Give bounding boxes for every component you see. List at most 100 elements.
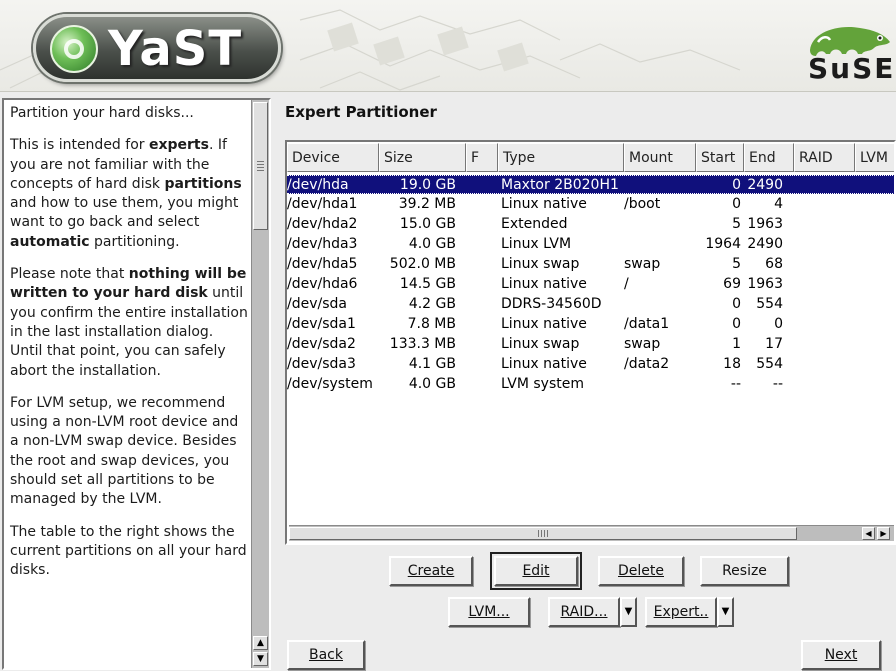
cell-size: 133.3 MB — [389, 336, 456, 352]
raid-button[interactable]: RAID... — [548, 597, 620, 627]
table-row[interactable]: /dev/system 4.0 GB LVM system -- -- — [287, 375, 894, 394]
cell-start: 5 — [732, 256, 741, 272]
next-button[interactable]: Next — [801, 640, 881, 670]
scroll-right-arrow-icon[interactable]: ▶ — [877, 527, 890, 540]
horizontal-scrollbar-thumb[interactable] — [289, 527, 797, 540]
cell-start: 18 — [723, 356, 741, 372]
suse-logo-text: SuSE — [808, 52, 896, 85]
table-row[interactable]: /dev/sda1 7.8 MB Linux native/data1 0 0 — [287, 315, 894, 334]
resize-button[interactable]: Resize — [700, 556, 789, 586]
cell-size: 4.1 GB — [408, 356, 456, 372]
column-header-mount[interactable]: Mount — [624, 143, 696, 172]
cell-end: 1963 — [747, 276, 783, 292]
cell-device: /dev/hda5 — [287, 256, 358, 272]
cell-mount: /data1 — [624, 316, 670, 332]
page-title: Expert Partitioner — [285, 103, 437, 121]
cell-size: 39.2 MB — [398, 196, 456, 212]
cell-size: 19.0 GB — [399, 177, 456, 193]
expert-dropdown-arrow-icon[interactable]: ▼ — [717, 597, 734, 627]
cell-mount: swap — [624, 336, 661, 352]
cell-type: DDRS-34560D — [501, 296, 602, 312]
table-row[interactable]: /dev/hda1 39.2 MB Linux native/boot 0 4 — [287, 195, 894, 214]
table-row[interactable]: /dev/hda 19.0 GB Maxtor 2B020H1 0 2490 — [287, 175, 894, 194]
table-row[interactable]: /dev/hda3 4.0 GB Linux LVM 1964 2490 — [287, 235, 894, 254]
cell-start: 1 — [732, 336, 741, 352]
column-header-format[interactable]: F — [466, 143, 498, 172]
help-scrollbar-thumb[interactable] — [253, 102, 268, 230]
cell-type: Extended — [501, 216, 568, 232]
cell-type: Linux native — [501, 276, 587, 292]
cell-size: 502.0 MB — [389, 256, 456, 272]
back-button[interactable]: Back — [287, 640, 365, 670]
column-header-lvm[interactable]: LVM — [855, 143, 894, 172]
column-header-raid[interactable]: RAID — [794, 143, 855, 172]
cell-device: /dev/sda3 — [287, 356, 356, 372]
cell-device: /dev/hda1 — [287, 196, 358, 212]
table-row[interactable]: /dev/sda 4.2 GB DDRS-34560D 0 554 — [287, 295, 894, 314]
cell-mount: / — [624, 276, 629, 292]
cell-type: LVM system — [501, 376, 584, 392]
cell-type: Maxtor 2B020H1 — [501, 177, 619, 193]
cell-device: /dev/hda2 — [287, 216, 358, 232]
cell-end: 4 — [774, 196, 783, 212]
cell-device: /dev/sda1 — [287, 316, 356, 332]
table-row[interactable]: /dev/sda2 133.3 MB Linux swap swap 1 17 — [287, 335, 894, 354]
edit-button[interactable]: Edit — [490, 552, 582, 590]
cell-type: Linux swap — [501, 336, 580, 352]
delete-button[interactable]: Delete — [598, 556, 684, 586]
cell-end: 17 — [765, 336, 783, 352]
table-row[interactable]: /dev/hda6 14.5 GB Linux native / 69 1963 — [287, 275, 894, 294]
cell-type: Linux LVM — [501, 236, 572, 252]
cell-end: 0 — [774, 316, 783, 332]
column-header-device[interactable]: Device — [287, 143, 379, 172]
yast-ball-icon — [50, 25, 98, 73]
banner: YaST SuSE — [0, 0, 896, 92]
lvm-button[interactable]: LVM... — [448, 597, 530, 627]
table-row[interactable]: /dev/hda5 502.0 MB Linux swap swap 5 68 — [287, 255, 894, 274]
cell-type: Linux native — [501, 316, 587, 332]
table-row[interactable]: /dev/hda2 15.0 GB Extended 5 1963 — [287, 215, 894, 234]
cell-start: 1964 — [705, 236, 741, 252]
scroll-down-arrow-icon[interactable]: ▼ — [253, 652, 268, 666]
table-row[interactable]: /dev/sda3 4.1 GB Linux native/data2 18 554 — [287, 355, 894, 374]
scroll-left-arrow-icon[interactable]: ◀ — [862, 527, 875, 540]
column-header-start[interactable]: Start — [696, 143, 744, 172]
cell-device: /dev/sda2 — [287, 336, 356, 352]
cell-mount: /boot — [624, 196, 661, 212]
column-header-type[interactable]: Type — [498, 143, 624, 172]
cell-device: /dev/hda6 — [287, 276, 358, 292]
expert-button[interactable]: Expert.. — [645, 597, 717, 627]
yast-logo: YaST — [33, 14, 281, 82]
scroll-up-arrow-icon[interactable]: ▲ — [253, 636, 268, 650]
cell-start: 0 — [732, 316, 741, 332]
cell-end: 2490 — [747, 177, 783, 193]
cell-end: 554 — [756, 356, 783, 372]
cell-start: 0 — [732, 296, 741, 312]
cell-device: /dev/sda — [287, 296, 347, 312]
yast-logo-text: YaST — [108, 21, 243, 77]
help-paragraph: Please note that nothing will be written… — [10, 266, 248, 379]
cell-size: 4.0 GB — [408, 376, 456, 392]
cell-size: 7.8 MB — [407, 316, 456, 332]
raid-dropdown-arrow-icon[interactable]: ▼ — [620, 597, 637, 627]
cell-start: -- — [730, 376, 741, 392]
table-horizontal-scrollbar[interactable]: ◀ ▶ — [289, 525, 894, 541]
create-button[interactable]: Create — [389, 556, 473, 586]
cell-end: 1963 — [747, 216, 783, 232]
partition-table[interactable]: Device Size F Type Mount Start End RAID … — [285, 140, 896, 545]
cell-size: 15.0 GB — [399, 216, 456, 232]
cell-device: /dev/system — [287, 376, 373, 392]
column-header-end[interactable]: End — [744, 143, 794, 172]
cell-start: 0 — [732, 177, 741, 193]
cell-type: Linux native — [501, 356, 587, 372]
help-paragraph: For LVM setup, we recommend using a non-… — [10, 394, 239, 508]
cell-device: /dev/hda3 — [287, 236, 358, 252]
cell-type: Linux native — [501, 196, 587, 212]
help-scrollbar[interactable]: ▲ ▼ — [251, 100, 269, 668]
cell-size: 14.5 GB — [399, 276, 456, 292]
column-header-size[interactable]: Size — [379, 143, 466, 172]
cell-mount: swap — [624, 256, 661, 272]
cell-end: -- — [772, 376, 783, 392]
cell-size: 4.0 GB — [408, 236, 456, 252]
help-pane: Partition your hard disks... This is int… — [2, 98, 271, 670]
